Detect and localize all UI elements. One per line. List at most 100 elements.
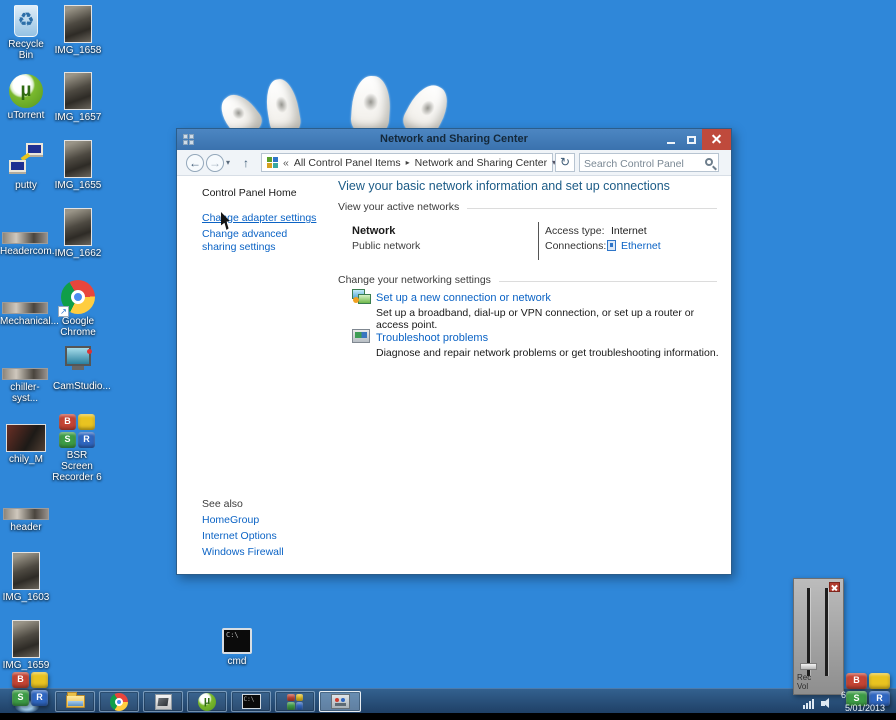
desktop-icon-putty[interactable]: putty	[1, 142, 51, 191]
recent-pages-dropdown-icon[interactable]: ▾	[226, 158, 230, 167]
taskbar-utorrent-button[interactable]: µ	[187, 691, 227, 712]
taskbar-cmd-button[interactable]: C:\	[231, 691, 271, 712]
desktop-icon-bsr-screen-recorder[interactable]: B S R BSR Screen Recorder 6	[52, 414, 102, 483]
navigation-toolbar: ← → ▾ ↑ « All Control Panel Items ▸ Netw…	[177, 150, 731, 176]
troubleshoot-icon	[352, 329, 370, 343]
desktop-icon-img-1662[interactable]: IMG_1662	[53, 208, 103, 259]
cmd-icon: C:\	[241, 694, 261, 709]
volume-slider-track[interactable]	[825, 588, 828, 676]
cmd-icon: C:\	[222, 628, 252, 654]
breadcrumb-separator-icon: ▸	[405, 158, 410, 167]
search-box[interactable]	[579, 153, 719, 173]
network-and-sharing-center-window: Network and Sharing Center ← → ▾ ↑ « All…	[176, 128, 732, 575]
maximize-button[interactable]	[681, 129, 702, 150]
taskbar-chrome-button[interactable]	[99, 691, 139, 712]
window-content: Control Panel Home Change adapter settin…	[177, 176, 731, 574]
breadcrumb-collapse-chevron[interactable]: «	[283, 157, 289, 169]
volume-slider-handle[interactable]	[800, 663, 817, 670]
see-also-heading: See also	[202, 498, 243, 510]
desktop-icon-recycle-bin[interactable]: ♻ Recycle Bin	[1, 5, 51, 61]
back-button[interactable]: ←	[186, 154, 204, 172]
bsr-square-red: B	[59, 414, 76, 430]
bsr-square-green: S	[59, 432, 76, 448]
up-button[interactable]: ↑	[237, 154, 255, 172]
desktop-icon-img-1603[interactable]: IMG_1603	[1, 552, 51, 603]
desktop-icon-header[interactable]: header	[1, 508, 51, 533]
clock-date[interactable]: 5/01/2013	[845, 703, 885, 713]
photo-thumbnail-icon	[12, 620, 40, 658]
image-thumbnail-icon	[2, 232, 48, 244]
recycle-bin-icon: ♻	[14, 5, 38, 37]
desktop-icon-img-1657[interactable]: IMG_1657	[53, 72, 103, 123]
rec-label: Rec	[797, 673, 812, 682]
desktop-icon-img-1659[interactable]: IMG_1659	[1, 620, 51, 671]
page-title: View your basic network information and …	[338, 179, 670, 193]
search-input[interactable]	[580, 155, 700, 173]
desktop-icon-google-chrome[interactable]: ↗ Google Chrome	[53, 280, 103, 338]
titlebar[interactable]: Network and Sharing Center	[177, 129, 731, 150]
sidebar-change-advanced-sharing[interactable]: Change advanced sharing settings	[202, 228, 314, 254]
desktop-icon-camstudio[interactable]: CamStudio...	[53, 346, 111, 392]
bsr-tray-overlay-icon[interactable]: B S R	[846, 673, 890, 706]
refresh-button[interactable]: ↻	[555, 153, 575, 172]
sidebar-homegroup[interactable]: HomeGroup	[202, 514, 259, 526]
desktop-icon-label: CamStudio...	[53, 381, 111, 392]
desktop-icon-label: IMG_1657	[54, 112, 102, 123]
network-type: Public network	[352, 240, 421, 252]
desktop-icon-cmd[interactable]: C:\ cmd	[212, 628, 262, 667]
bsr-square-blue: R	[78, 432, 95, 448]
sidebar-change-adapter-settings[interactable]: Change adapter settings	[202, 212, 316, 224]
desktop-icon-headercom[interactable]: Headercom...	[0, 232, 60, 257]
desktop-icon-label: header	[10, 522, 42, 533]
desktop-icon-chiller-syst[interactable]: chiller-syst...	[0, 368, 50, 404]
sidebar-windows-firewall[interactable]: Windows Firewall	[202, 546, 284, 558]
file-explorer-icon	[65, 692, 85, 708]
close-button[interactable]	[702, 129, 731, 150]
ethernet-link[interactable]: Ethernet	[621, 240, 661, 252]
bsr-square-red: B	[12, 672, 29, 688]
desktop-icon-chily-m[interactable]: chily_M	[1, 424, 51, 465]
desktop-icon-utorrent[interactable]: µ uTorrent	[1, 74, 51, 121]
volume-panel-close-icon[interactable]	[829, 582, 840, 592]
image-thumbnail-icon	[2, 302, 48, 314]
address-bar[interactable]: « All Control Panel Items ▸ Network and …	[261, 153, 556, 172]
taskbar-file-explorer-button[interactable]	[55, 691, 95, 712]
sidebar-internet-options[interactable]: Internet Options	[202, 530, 277, 542]
breadcrumb-network-and-sharing-center[interactable]: Network and Sharing Center	[415, 157, 548, 169]
taskbar-active-recorder-window-button[interactable]	[319, 691, 361, 712]
desktop-icon-img-1658[interactable]: IMG_1658	[53, 5, 103, 56]
chrome-icon: ↗	[58, 280, 95, 317]
bsr-square-yellow	[78, 414, 95, 430]
desktop-icon-mechanical[interactable]: Mechanical...	[0, 302, 59, 327]
active-networks-label: View your active networks	[338, 201, 468, 213]
bsr-overlay-icon[interactable]: B S R	[12, 672, 48, 706]
sidebar-control-panel-home[interactable]: Control Panel Home	[202, 187, 297, 199]
desktop-icon-label: Recycle Bin	[8, 39, 44, 61]
desktop-icon-label: IMG_1659	[2, 660, 50, 671]
network-tray-icon[interactable]	[803, 698, 817, 709]
breadcrumb-all-control-panel-items[interactable]: All Control Panel Items	[294, 157, 401, 169]
taskbar-image-viewer-button[interactable]	[143, 691, 183, 712]
desktop-icon-img-1655[interactable]: IMG_1655	[53, 140, 103, 191]
setup-new-connection-link[interactable]: Set up a new connection or network	[376, 292, 551, 304]
utorrent-icon: µ	[198, 692, 216, 711]
mu-glyph: µ	[20, 80, 32, 101]
image-thumbnail-icon	[2, 368, 48, 380]
desktop-icon-label: cmd	[227, 656, 247, 667]
window-icon	[183, 134, 194, 145]
troubleshoot-problems-link[interactable]: Troubleshoot problems	[376, 332, 488, 344]
putty-icon	[8, 142, 44, 178]
photo-thumbnail-icon	[64, 5, 92, 43]
desktop-icon-label: uTorrent	[7, 110, 45, 121]
search-icon[interactable]	[705, 158, 713, 166]
volume-tray-icon[interactable]	[821, 698, 833, 709]
camstudio-icon	[61, 346, 95, 379]
active-networks-section: View your active networks	[338, 201, 717, 215]
taskbar-bsr-button[interactable]	[275, 691, 315, 712]
recorder-window-icon	[330, 694, 350, 709]
network-divider	[538, 222, 539, 260]
forward-button[interactable]: →	[206, 154, 224, 172]
minimize-button[interactable]	[660, 129, 681, 150]
chrome-icon	[110, 692, 128, 711]
networking-settings-section: Change your networking settings	[338, 274, 717, 288]
